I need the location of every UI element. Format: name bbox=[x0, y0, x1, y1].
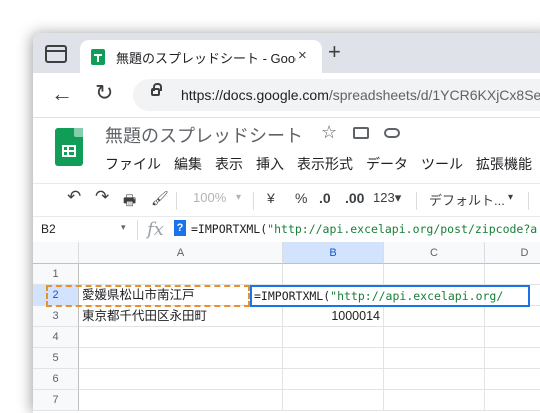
editor-function: =IMPORTXML( bbox=[254, 289, 331, 303]
cell-a6[interactable] bbox=[79, 369, 283, 390]
row-header-6[interactable]: 6 bbox=[33, 369, 79, 390]
url-omnibox[interactable]: https://docs.google.com/spreadsheets/d/1… bbox=[133, 79, 540, 111]
zoom-caret-icon[interactable]: ▾ bbox=[236, 192, 241, 203]
sheets-header: 無題のスプレッドシート ☆ ファイル 編集 表示 挿入 表示形式 データ ツール 拡張機能 bbox=[33, 118, 540, 180]
new-tab-icon[interactable]: + bbox=[328, 41, 341, 63]
tab-active[interactable]: 無題のスプレッドシート - Google スプ × bbox=[80, 40, 322, 73]
menu-format[interactable]: 表示形式 bbox=[297, 156, 353, 172]
paint-format-icon[interactable]: 🖌 bbox=[151, 190, 169, 207]
cell-d1[interactable] bbox=[485, 264, 540, 285]
row-header-4[interactable]: 4 bbox=[33, 327, 79, 348]
cloud-status-icon[interactable] bbox=[384, 128, 400, 138]
print-icon[interactable]: 🖶 bbox=[123, 190, 136, 214]
cell-a3[interactable]: 東京都千代田区永田町 bbox=[79, 306, 283, 327]
formula-string: "http://api.excelapi.org/post/zipcode?a bbox=[267, 222, 538, 236]
percent-button[interactable]: % bbox=[295, 190, 307, 206]
reload-icon[interactable]: ↻ bbox=[95, 80, 113, 106]
menu-file[interactable]: ファイル bbox=[105, 156, 161, 172]
menu-insert[interactable]: 挿入 bbox=[256, 156, 284, 172]
font-select[interactable]: デフォルト... bbox=[429, 190, 505, 209]
cell-b3[interactable]: 1000014 bbox=[283, 306, 384, 327]
menu-edit[interactable]: 編集 bbox=[174, 156, 202, 172]
cell-b1[interactable] bbox=[283, 264, 384, 285]
cell-c4[interactable] bbox=[384, 327, 485, 348]
select-all-corner[interactable] bbox=[33, 242, 79, 264]
redo-icon[interactable]: ↷ bbox=[95, 187, 109, 207]
menu-bar: ファイル 編集 表示 挿入 表示形式 データ ツール 拡張機能 bbox=[105, 154, 540, 174]
toolbar: ↶ ↷ 🖶 🖌 100% ▾ ¥ % .0 .00 123▾ デフォルト... … bbox=[33, 183, 540, 217]
cell-c6[interactable] bbox=[384, 369, 485, 390]
tab-search-icon[interactable] bbox=[45, 45, 67, 63]
cell-c5[interactable] bbox=[384, 348, 485, 369]
cell-b4[interactable] bbox=[283, 327, 384, 348]
back-arrow-icon[interactable]: ← bbox=[51, 81, 73, 107]
font-caret-icon[interactable]: ▾ bbox=[508, 192, 513, 203]
site-info-lock-icon[interactable] bbox=[151, 83, 162, 96]
cell-d6[interactable] bbox=[485, 369, 540, 390]
editor-string: "http://api.excelapi.org/ bbox=[330, 289, 504, 303]
row-header-5[interactable]: 5 bbox=[33, 348, 79, 369]
row-header-2[interactable]: 2 bbox=[33, 285, 79, 306]
cell-a4[interactable] bbox=[79, 327, 283, 348]
row-header-3[interactable]: 3 bbox=[33, 306, 79, 327]
sheets-logo-icon[interactable] bbox=[55, 128, 83, 166]
menu-extensions[interactable]: 拡張機能 bbox=[476, 156, 532, 172]
column-header-c[interactable]: C bbox=[384, 242, 485, 264]
menu-view[interactable]: 表示 bbox=[215, 156, 243, 172]
zoom-select[interactable]: 100% bbox=[193, 190, 226, 205]
formula-function: =IMPORTXML( bbox=[191, 222, 268, 236]
toolbar-divider bbox=[416, 192, 417, 210]
row-header-1[interactable]: 1 bbox=[33, 264, 79, 285]
tab-close-icon[interactable]: × bbox=[298, 47, 307, 64]
cell-d4[interactable] bbox=[485, 327, 540, 348]
menu-tools[interactable]: ツール bbox=[421, 156, 463, 172]
cell-d7[interactable] bbox=[485, 390, 540, 411]
row-header-7[interactable]: 7 bbox=[33, 390, 79, 411]
move-folder-icon[interactable] bbox=[353, 127, 369, 139]
formula-help-icon[interactable]: ? bbox=[174, 220, 186, 236]
toolbar-divider bbox=[528, 192, 529, 210]
cell-b2-editor[interactable]: =IMPORTXML("http://api.excelapi.org/ bbox=[250, 285, 530, 307]
cell-c3[interactable] bbox=[384, 306, 485, 327]
toolbar-divider bbox=[176, 192, 177, 210]
column-header-a[interactable]: A bbox=[79, 242, 283, 264]
cell-d5[interactable] bbox=[485, 348, 540, 369]
cell-d3[interactable] bbox=[485, 306, 540, 327]
formula-input[interactable]: =IMPORTXML("http://api.excelapi.org/post… bbox=[191, 222, 537, 236]
cell-b5[interactable] bbox=[283, 348, 384, 369]
url-path: /spreadsheets/d/1YCR6KXjCx8SeZ bbox=[328, 87, 540, 103]
column-header-b[interactable]: B bbox=[283, 242, 384, 264]
cell-a5[interactable] bbox=[79, 348, 283, 369]
browser-window: 無題のスプレッドシート - Google スプ × + ← ↻ https://… bbox=[33, 33, 540, 413]
menu-data[interactable]: データ bbox=[366, 156, 408, 172]
increase-decimal-button[interactable]: .00 bbox=[345, 190, 364, 206]
cell-a7[interactable] bbox=[79, 390, 283, 411]
cell-b7[interactable] bbox=[283, 390, 384, 411]
url-host: https://docs.google.com bbox=[181, 87, 329, 103]
sheets-favicon-icon bbox=[91, 49, 105, 65]
cell-c1[interactable] bbox=[384, 264, 485, 285]
url-text[interactable]: https://docs.google.com/spreadsheets/d/1… bbox=[181, 87, 540, 103]
cell-c7[interactable] bbox=[384, 390, 485, 411]
cell-a1[interactable] bbox=[79, 264, 283, 285]
tab-strip: 無題のスプレッドシート - Google スプ × + bbox=[33, 33, 540, 73]
fx-icon: fx bbox=[147, 219, 164, 240]
name-box[interactable]: B2 bbox=[41, 222, 56, 236]
address-bar: ← ↻ https://docs.google.com/spreadsheets… bbox=[33, 73, 540, 118]
decrease-decimal-button[interactable]: .0 bbox=[319, 190, 331, 206]
document-title[interactable]: 無題のスプレッドシート bbox=[105, 122, 303, 148]
undo-icon[interactable]: ↶ bbox=[67, 187, 81, 207]
name-box-caret-icon[interactable]: ▾ bbox=[121, 222, 126, 233]
tab-title: 無題のスプレッドシート - Google スプ bbox=[116, 51, 296, 66]
formula-divider bbox=[137, 220, 138, 240]
currency-button[interactable]: ¥ bbox=[267, 190, 275, 206]
column-header-d[interactable]: D bbox=[485, 242, 540, 264]
formula-bar: B2 ▾ fx ? =IMPORTXML("http://api.excelap… bbox=[33, 218, 540, 243]
toolbar-divider bbox=[253, 192, 254, 210]
star-icon[interactable]: ☆ bbox=[321, 122, 337, 143]
cell-b6[interactable] bbox=[283, 369, 384, 390]
number-format-select[interactable]: 123▾ bbox=[373, 190, 401, 206]
spreadsheet-grid: A B C D 1 2 3 4 5 6 7 愛媛県松山市南江戸 東京都千代田区永… bbox=[33, 242, 540, 413]
